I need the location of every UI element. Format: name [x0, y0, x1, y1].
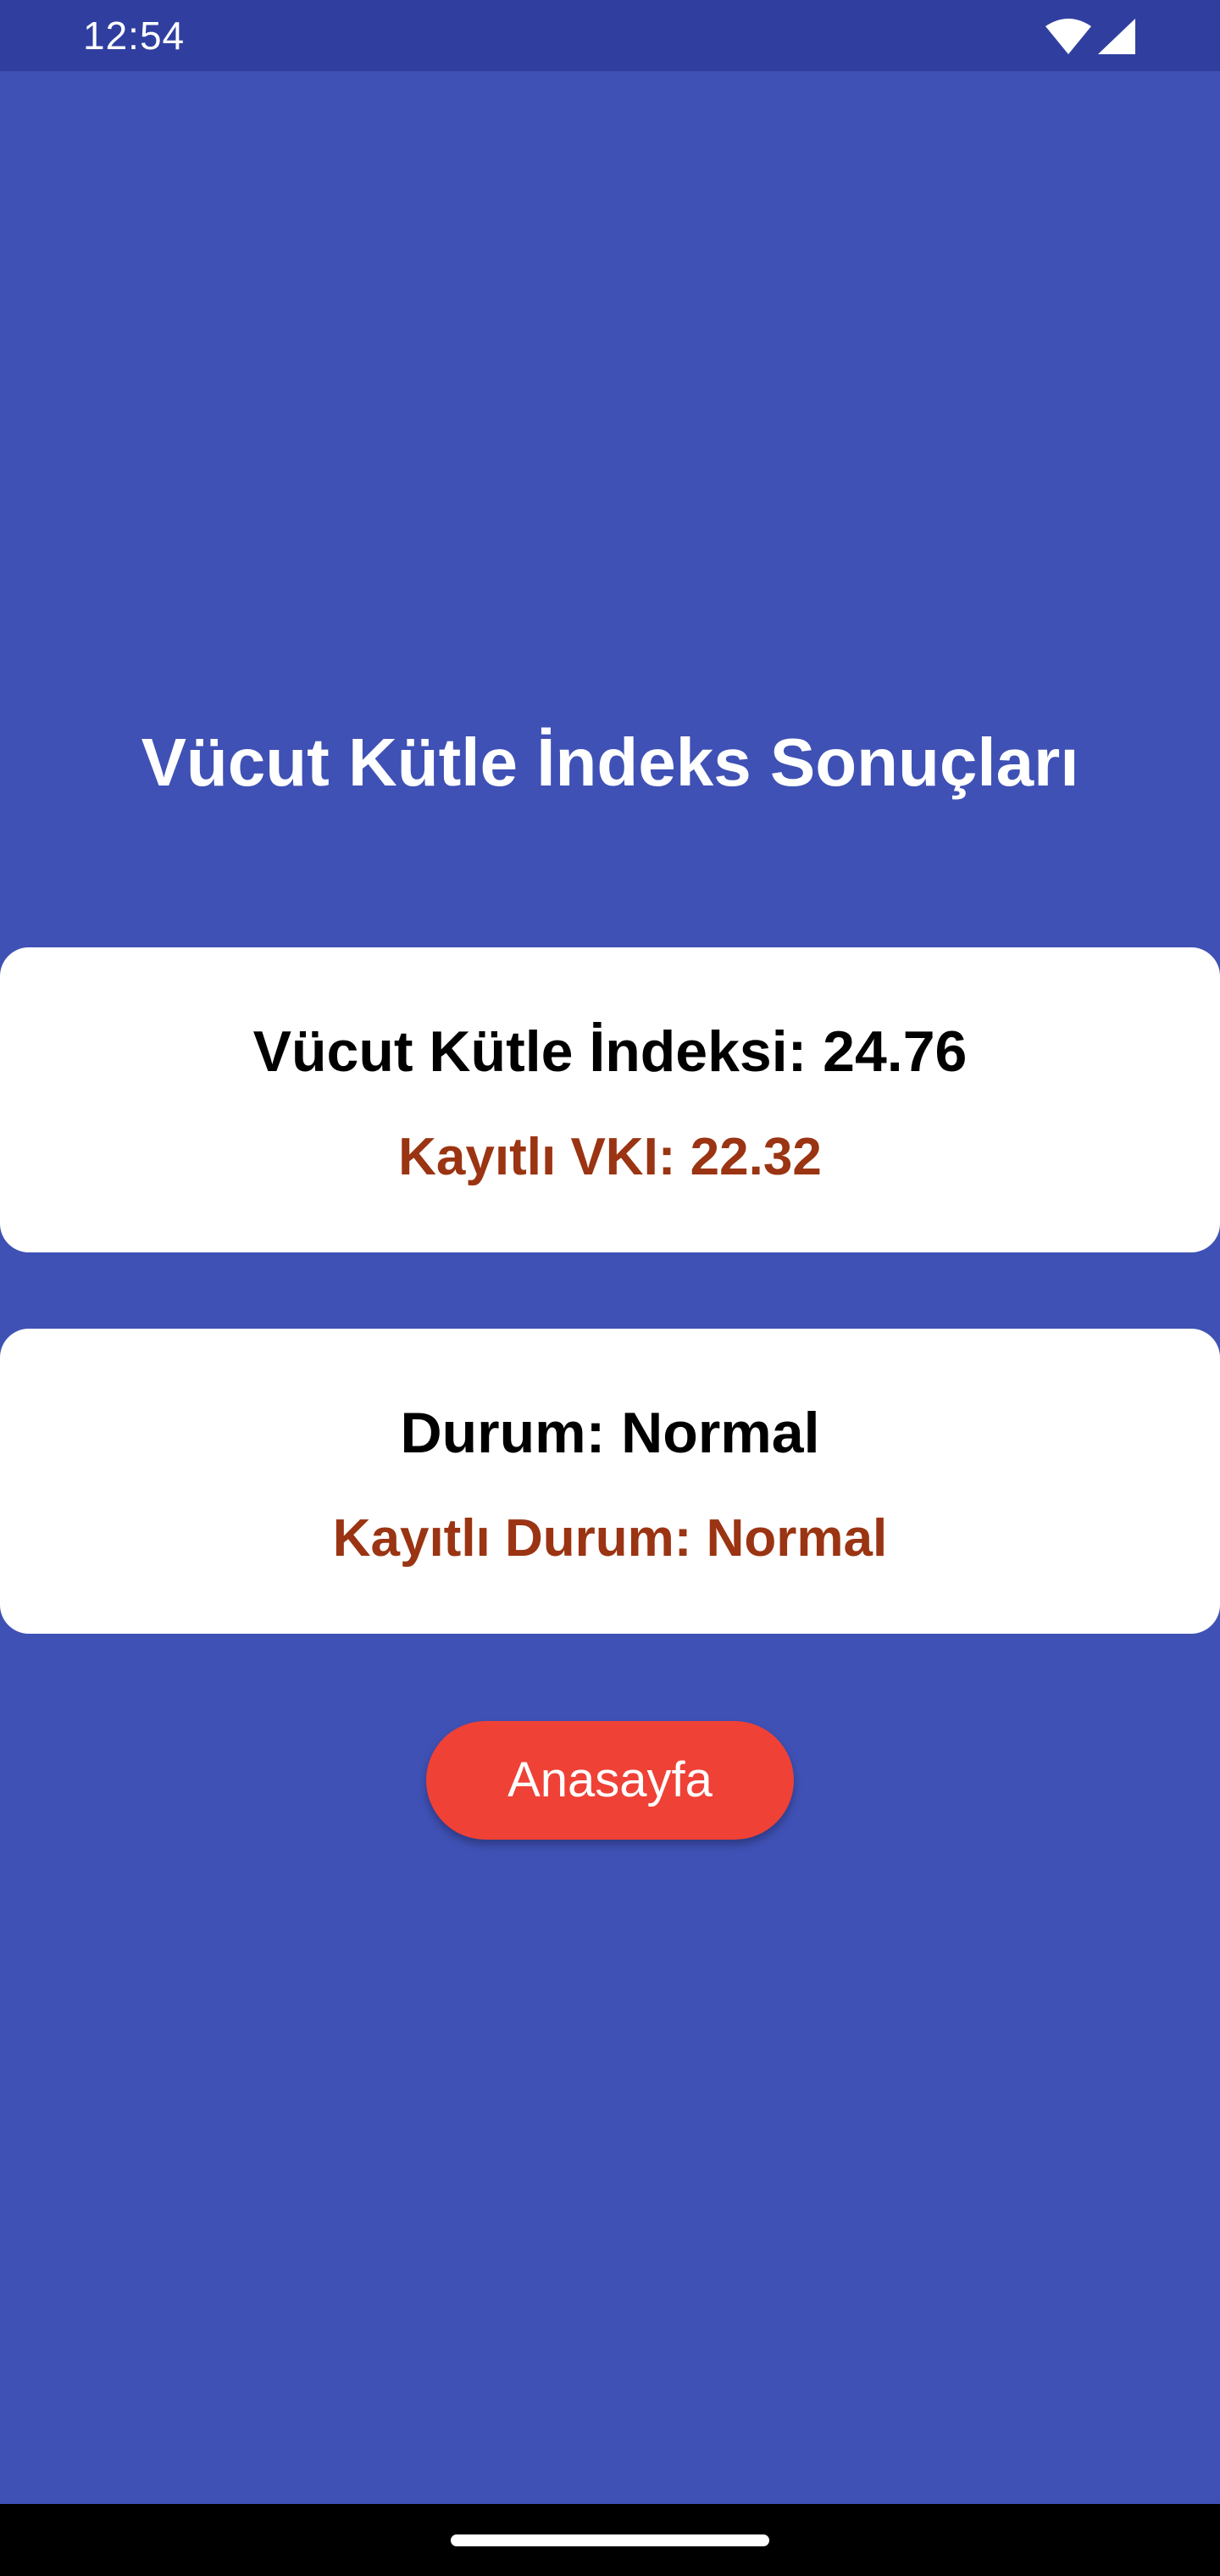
home-indicator[interactable]	[451, 2534, 769, 2546]
home-button[interactable]: Anasayfa	[426, 1721, 794, 1840]
status-card: Durum: Normal Kayıtlı Durum: Normal	[0, 1329, 1220, 1634]
bmi-value: Vücut Kütle İndeksi: 24.76	[252, 1019, 968, 1084]
status-icons	[1045, 19, 1135, 54]
status-time: 12:54	[83, 14, 186, 58]
saved-bmi-value: Kayıtlı VKI: 22.32	[398, 1128, 822, 1186]
wifi-icon	[1045, 19, 1091, 54]
status-bar: 12:54	[0, 0, 1220, 71]
page-title: Vücut Kütle İndeks Sonuçları	[141, 724, 1079, 800]
saved-status-value: Kayıtlı Durum: Normal	[332, 1509, 888, 1568]
bmi-card: Vücut Kütle İndeksi: 24.76 Kayıtlı VKI: …	[0, 947, 1220, 1252]
signal-icon	[1098, 19, 1135, 54]
status-value: Durum: Normal	[400, 1401, 820, 1465]
